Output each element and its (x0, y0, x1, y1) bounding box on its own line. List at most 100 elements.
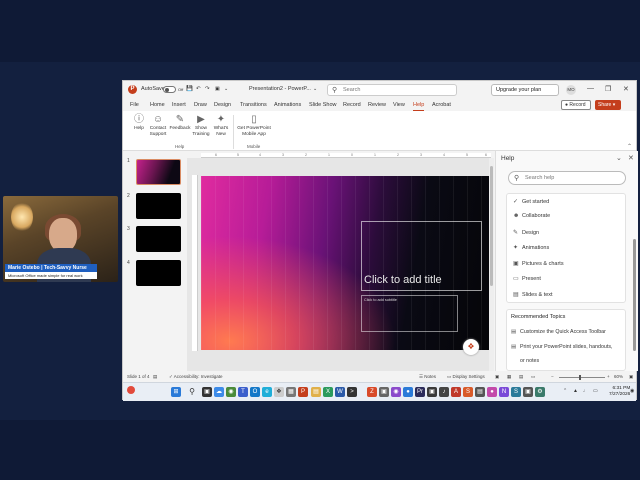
record-button[interactable]: ● Record (561, 100, 591, 110)
copilot-icon[interactable]: ❖ (463, 339, 479, 355)
clock[interactable]: 6:31 PM 7/27/2026 (609, 386, 630, 398)
undo-icon[interactable]: ↶ (196, 86, 201, 92)
help-item-present[interactable]: ▭ Present (513, 275, 541, 282)
restore-icon[interactable]: ❐ (605, 85, 611, 93)
contact-support-button[interactable]: ☺ Contact Support (147, 114, 169, 137)
language-icon[interactable]: ▤ (153, 374, 157, 380)
avatar[interactable]: MO (566, 85, 576, 95)
tab-transitions[interactable]: Transitions (240, 102, 267, 108)
tray-chevron-icon[interactable]: ⌃ (563, 388, 567, 394)
tab-animations[interactable]: Animations (274, 102, 301, 108)
volume-icon[interactable]: ♩ (583, 388, 588, 394)
zoom-level[interactable]: 60% (614, 374, 623, 379)
help-item-get-started[interactable]: ✓ Get started (513, 198, 549, 205)
onenote-icon[interactable]: N (499, 387, 509, 397)
tab-view[interactable]: View (393, 102, 405, 108)
tab-help[interactable]: Help (413, 102, 425, 111)
search-icon[interactable]: ⚲ (187, 387, 197, 397)
tiktok-icon[interactable]: ♪ (439, 387, 449, 397)
wifi-icon[interactable]: ▲ (573, 388, 578, 394)
close-icon[interactable]: ✕ (623, 85, 629, 93)
zoom-slider[interactable] (559, 377, 605, 378)
tab-review[interactable]: Review (368, 102, 386, 108)
powerpoint-icon[interactable]: P (298, 387, 308, 397)
app-icon[interactable]: ▣ (427, 387, 437, 397)
battery-icon[interactable]: ▭ (593, 388, 598, 394)
help-button[interactable]: ⓘ Help (131, 114, 147, 132)
terminal-icon[interactable]: > (347, 387, 357, 397)
tab-slide-show[interactable]: Slide Show (309, 102, 337, 108)
minimize-icon[interactable]: — (587, 85, 594, 92)
search-input[interactable]: ⚲ Search (327, 84, 457, 96)
upgrade-plan-button[interactable]: Upgrade your plan (491, 84, 559, 96)
notifications-icon[interactable]: ◉ (630, 388, 634, 394)
save-icon[interactable]: 💾 (186, 86, 193, 92)
filezilla-icon[interactable]: Z (367, 387, 377, 397)
slideshow-from-start-icon[interactable]: ▣ (215, 86, 220, 92)
store-icon[interactable]: ▦ (286, 387, 296, 397)
settings-icon[interactable]: ⚙ (535, 387, 545, 397)
help-item-design[interactable]: ✎ Design (513, 229, 539, 236)
start-icon[interactable]: ⊞ (171, 387, 181, 397)
tab-design[interactable]: Design (214, 102, 231, 108)
redo-icon[interactable]: ↷ (205, 86, 210, 92)
subtitle-placeholder[interactable]: Click to add subtitle (361, 295, 458, 332)
tab-record[interactable]: Record (343, 102, 361, 108)
premiere-icon[interactable]: Pr (415, 387, 425, 397)
app-icon[interactable]: ▣ (379, 387, 389, 397)
app-icon[interactable]: ▤ (475, 387, 485, 397)
chrome-icon[interactable]: ◉ (226, 387, 236, 397)
accessibility-status[interactable]: ✓ Accessibility: Investigate (169, 374, 223, 380)
normal-view-icon[interactable]: ▣ (495, 374, 499, 380)
show-training-button[interactable]: ▶ Show Training (191, 114, 211, 137)
word-icon[interactable]: W (335, 387, 345, 397)
tab-file[interactable]: File (130, 102, 139, 108)
edge-icon[interactable]: e (262, 387, 272, 397)
slide-thumbnail-3[interactable] (136, 226, 181, 252)
feedback-button[interactable]: ✎ Feedback (169, 114, 191, 132)
outlook-icon[interactable]: O (250, 387, 260, 397)
tab-draw[interactable]: Draw (194, 102, 207, 108)
pdf-icon[interactable]: A (451, 387, 461, 397)
notes-button[interactable]: ☰ Notes (419, 374, 436, 380)
weather-icon[interactable] (127, 386, 135, 394)
excel-icon[interactable]: X (323, 387, 333, 397)
slide-scrollbar[interactable] (489, 158, 494, 371)
app-icon[interactable]: ▣ (523, 387, 533, 397)
whats-new-button[interactable]: ✦ What's New (211, 114, 231, 137)
slide-thumbnail-1[interactable] (136, 159, 181, 185)
file-explorer-icon[interactable]: ▤ (311, 387, 321, 397)
chevron-down-icon[interactable]: ⌄ (313, 86, 317, 92)
help-item-collaborate[interactable]: ☻ Collaborate (513, 213, 550, 219)
zoom-in-icon[interactable]: + (607, 374, 610, 379)
teams-icon[interactable]: T (238, 387, 248, 397)
recommended-item[interactable]: ▤ Customize the Quick Access Toolbar (511, 329, 606, 335)
help-item-slides-text[interactable]: ▤ Slides & text (513, 291, 553, 298)
display-settings-button[interactable]: ▭ Display Settings (447, 374, 485, 380)
task-view-icon[interactable]: ▣ (202, 387, 212, 397)
close-icon[interactable]: ✕ (628, 154, 634, 162)
slide-thumbnail-4[interactable] (136, 260, 181, 286)
zoom-slider-thumb[interactable] (579, 375, 581, 380)
help-scrollbar[interactable] (633, 239, 636, 351)
widgets-icon[interactable]: ☁ (214, 387, 224, 397)
slide-thumbnail-2[interactable] (136, 193, 181, 219)
customize-qat-icon[interactable]: ⌄ (224, 86, 228, 92)
tab-home[interactable]: Home (150, 102, 165, 108)
chevron-down-icon[interactable]: ⌄ (616, 154, 622, 162)
get-mobile-app-button[interactable]: ▯ Get PowerPoint Mobile App (235, 114, 273, 137)
app-icon[interactable]: S (463, 387, 473, 397)
share-button[interactable]: Share ▾ (595, 100, 621, 110)
app-icon[interactable]: ● (403, 387, 413, 397)
recommended-item[interactable]: ▤ Print your PowerPoint slides, handouts, (511, 344, 612, 350)
collapse-ribbon-icon[interactable]: ⌃ (627, 143, 632, 150)
help-item-animations[interactable]: ✦ Animations (513, 244, 549, 251)
help-item-pictures-charts[interactable]: ▣ Pictures & charts (513, 260, 564, 267)
app-icon[interactable]: ● (487, 387, 497, 397)
scrollbar-thumb[interactable] (490, 166, 493, 286)
tab-insert[interactable]: Insert (172, 102, 186, 108)
title-placeholder[interactable]: Click to add title (361, 221, 482, 291)
slideshow-icon[interactable]: ▭ (531, 374, 535, 380)
recommended-item-continued[interactable]: or notes (520, 358, 539, 364)
fit-slide-icon[interactable]: ▣ (629, 374, 633, 380)
